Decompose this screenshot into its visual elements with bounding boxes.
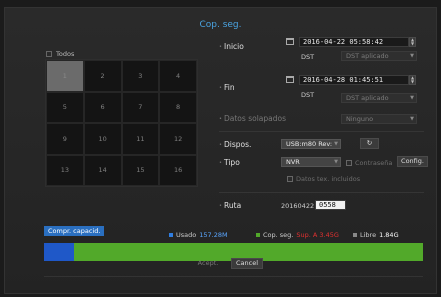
device-label: Dispos. — [219, 140, 252, 149]
backup-label: Cop. seg. — [263, 231, 294, 239]
type-select[interactable]: NVR ▼ — [281, 157, 341, 167]
text-data-label: Datos tex. incluidos — [296, 175, 361, 183]
refresh-icon: ↻ — [366, 139, 373, 147]
channel-cell[interactable]: 2 — [83, 60, 122, 92]
end-spinner[interactable]: ▲ ▼ — [409, 75, 416, 85]
select-all-row[interactable]: Todos — [46, 50, 74, 58]
device-value: USB:m80 Rev: — [286, 140, 333, 148]
end-label: Fin — [219, 83, 234, 92]
channel-cell[interactable]: 10 — [83, 123, 122, 155]
start-dst-value: DST aplicado — [346, 52, 389, 60]
start-dst-label: DST — [301, 53, 315, 61]
channel-cell[interactable]: 12 — [159, 123, 197, 155]
start-datetime-field[interactable]: 2016-04-22 05:58:42 — [299, 37, 409, 47]
used-legend: Usado 157.28M — [169, 231, 228, 239]
start-spinner[interactable]: ▲ ▼ — [409, 37, 416, 47]
channel-cell[interactable]: 1 — [46, 60, 84, 92]
channel-cell[interactable]: 16 — [159, 154, 197, 186]
capacity-bar-used — [44, 243, 75, 261]
channel-cell[interactable]: 15 — [121, 154, 160, 186]
select-all-checkbox[interactable] — [46, 51, 52, 57]
path-input[interactable]: 0558 — [315, 200, 346, 210]
overlap-select[interactable]: Ninguno ▼ — [341, 114, 417, 124]
free-label: Libre — [360, 231, 377, 239]
backup-swatch — [256, 233, 260, 237]
calendar-icon[interactable] — [286, 38, 294, 45]
channel-cell[interactable]: 11 — [121, 123, 160, 155]
dialog-title: Cop. seg. — [199, 20, 242, 30]
overlap-value: Ninguno — [346, 115, 374, 123]
chevron-down-icon: ▼ — [410, 53, 414, 59]
chevron-down-icon: ▼ — [334, 159, 338, 165]
channel-cell[interactable]: 7 — [121, 91, 160, 123]
chevron-down-icon: ▼ — [334, 141, 338, 147]
free-legend: Libre 1.84G — [353, 231, 399, 239]
start-dst-select[interactable]: DST aplicado ▼ — [341, 51, 417, 61]
start-label: Inicio — [219, 42, 244, 51]
type-value: NVR — [286, 158, 300, 166]
backup-dialog: Cop. seg. Todos 1 2 3 4 5 6 7 8 9 10 11 … — [4, 7, 437, 294]
config-button[interactable]: Config. — [397, 156, 428, 167]
end-dst-select[interactable]: DST aplicado ▼ — [341, 93, 417, 103]
accept-button[interactable]: Acept. — [193, 258, 223, 269]
chevron-down-icon: ▼ — [410, 116, 414, 122]
select-all-label: Todos — [56, 50, 75, 58]
channel-cell[interactable]: 3 — [121, 60, 160, 92]
path-label: Ruta — [219, 201, 241, 210]
divider — [44, 276, 423, 277]
device-select[interactable]: USB:m80 Rev: ▼ — [281, 139, 341, 149]
calendar-icon[interactable] — [286, 76, 294, 83]
overlap-label: Datos solapados — [219, 114, 286, 123]
end-datetime-field[interactable]: 2016-04-28 01:45:51 — [299, 75, 409, 85]
end-dst-value: DST aplicado — [346, 94, 389, 102]
channel-cell[interactable]: 5 — [46, 91, 84, 123]
free-value: 1.84G — [379, 231, 399, 239]
backup-value: Sup. A 3.45G — [296, 231, 339, 239]
divider — [219, 131, 424, 132]
password-checkbox[interactable] — [346, 160, 352, 166]
used-swatch — [169, 233, 173, 237]
channel-grid: 1 2 3 4 5 6 7 8 9 10 11 12 13 14 15 16 — [45, 59, 198, 187]
channel-cell[interactable]: 9 — [46, 123, 84, 155]
free-swatch — [353, 233, 357, 237]
text-data-checkbox[interactable] — [287, 176, 293, 182]
check-capacity-button[interactable]: Compr. capacid. — [44, 226, 105, 236]
chevron-down-icon: ▼ — [410, 95, 414, 101]
divider — [219, 192, 424, 193]
used-label: Usado — [176, 231, 197, 239]
channel-cell[interactable]: 8 — [159, 91, 197, 123]
channel-cell[interactable]: 14 — [83, 154, 122, 186]
channel-cell[interactable]: 13 — [46, 154, 84, 186]
backup-legend: Cop. seg. Sup. A 3.45G — [256, 231, 339, 239]
channel-cell[interactable]: 6 — [83, 91, 122, 123]
end-dst-label: DST — [301, 91, 315, 99]
path-prefix: 20160422 — [281, 202, 315, 210]
password-label: Contraseña — [355, 159, 393, 167]
cancel-button[interactable]: Cancel — [231, 258, 263, 269]
used-value: 157.28M — [199, 231, 228, 239]
refresh-button[interactable]: ↻ — [360, 138, 379, 149]
type-label: Tipo — [219, 158, 240, 167]
channel-cell[interactable]: 4 — [159, 60, 197, 92]
